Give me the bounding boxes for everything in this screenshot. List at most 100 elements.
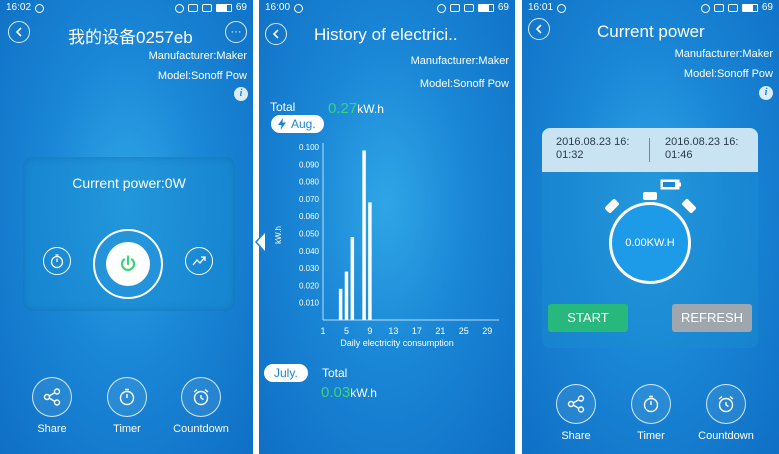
back-button[interactable] — [8, 21, 30, 43]
info-icon[interactable]: i — [234, 87, 248, 101]
prev-total-unit: kW.h — [350, 386, 377, 400]
x-tick-label: 21 — [435, 326, 445, 336]
stopwatch-button[interactable] — [43, 247, 71, 275]
current-power-screen: 16:01 69 Current power Manufacturer:Make… — [522, 0, 779, 454]
info-icon[interactable]: i — [759, 86, 773, 100]
more-options-button[interactable]: ··· — [225, 21, 247, 43]
back-button[interactable] — [528, 18, 550, 40]
model-label: Model:Sonoff Pow — [419, 78, 509, 90]
message-icon — [35, 3, 45, 13]
countdown-button[interactable]: Countdown — [171, 377, 231, 435]
x-tick-label: 1 — [320, 326, 325, 336]
battery-icon — [741, 4, 758, 12]
lightning-icon — [278, 118, 286, 130]
y-tick-label: 0.040 — [299, 247, 320, 256]
start-button[interactable]: START — [548, 304, 628, 332]
history-screen: 16:00 69 History of electrici.. Manufact… — [259, 0, 515, 454]
timer-button[interactable]: Timer — [97, 377, 157, 435]
share-button[interactable]: Share — [546, 384, 606, 442]
share-icon — [567, 395, 585, 413]
power-measure-card: 2016.08.23 16: 01:32 2016.08.23 16: 01:4… — [542, 128, 758, 348]
manufacturer-label: Manufacturer:Maker — [148, 50, 247, 62]
status-bar: 16:02 69 — [0, 0, 253, 16]
manufacturer-label: Manufacturer:Maker — [410, 55, 509, 67]
battery-level: 69 — [235, 2, 247, 13]
page-title: History of electrici.. — [314, 25, 458, 44]
energy-reading-dial: 0.00KW.H — [609, 202, 691, 284]
total-unit: kW.h — [357, 102, 384, 116]
wifi-icon — [713, 4, 724, 12]
stopwatch-left-button — [604, 198, 620, 214]
timer-label: Timer — [113, 423, 141, 435]
history-chart-button[interactable] — [185, 247, 213, 275]
time-range-panel: 2016.08.23 16: 01:32 2016.08.23 16: 01:4… — [542, 128, 758, 172]
trend-up-icon — [192, 256, 206, 266]
current-power-label: Current power:0W — [72, 175, 186, 191]
chevron-left-icon — [272, 29, 279, 39]
y-tick-label: 0.070 — [299, 195, 320, 204]
manufacturer-label: Manufacturer:Maker — [674, 48, 773, 60]
y-tick-label: 0.030 — [299, 264, 320, 273]
timer-icon — [643, 395, 659, 413]
x-tick-label: 17 — [412, 326, 422, 336]
alarm-icon — [436, 3, 446, 13]
month-selector-july[interactable]: July. — [264, 364, 308, 382]
status-bar: 16:01 69 — [522, 0, 779, 16]
bar — [362, 150, 366, 320]
model-label: Model:Sonoff Pow — [683, 68, 773, 80]
battery-small-icon — [660, 179, 681, 190]
alarm-clock-icon — [718, 395, 734, 413]
stopwatch-crown — [643, 192, 657, 200]
y-tick-label: 0.080 — [299, 178, 320, 187]
stopwatch-right-button — [681, 198, 697, 214]
signal-icon — [201, 4, 212, 12]
timer-label: Timer — [637, 430, 665, 442]
share-button[interactable]: Share — [22, 377, 82, 435]
timer-button[interactable]: Timer — [621, 384, 681, 442]
page-title: 我的设备0257eb — [68, 28, 193, 47]
share-label: Share — [561, 430, 591, 442]
chevron-left-icon — [535, 24, 542, 34]
start-time-clock: 01:32 — [556, 149, 584, 161]
countdown-label: Countdown — [698, 430, 754, 442]
y-axis-label: kW.h — [274, 226, 283, 244]
model-label: Model:Sonoff Pow — [157, 70, 247, 82]
alarm-icon — [700, 3, 710, 13]
month-selector-aug[interactable]: Aug. — [271, 115, 324, 133]
power-card: Current power:0W — [23, 157, 235, 311]
bar — [368, 202, 372, 320]
bar — [350, 236, 355, 320]
prev-total-value: 0.03kW.h — [321, 384, 377, 401]
x-tick-label: 9 — [367, 326, 372, 336]
chart-svg: 0.010 0.020 0.030 0.040 0.050 0.060 0.070 0.080… — [274, 143, 499, 348]
time-divider — [649, 138, 650, 162]
stopwatch-icon — [50, 254, 64, 269]
wifi-icon — [187, 4, 198, 12]
x-tick-label: 25 — [459, 326, 469, 336]
signal-icon — [727, 4, 738, 12]
battery-level: 69 — [497, 2, 509, 13]
y-tick-label: 0.010 — [299, 299, 320, 308]
refresh-button[interactable]: REFRESH — [672, 304, 752, 332]
power-toggle-button[interactable] — [93, 229, 163, 299]
y-tick-label: 0.090 — [299, 160, 320, 169]
prev-month-label: July. — [274, 366, 298, 380]
page-title: Current power — [597, 22, 705, 41]
total-value: 0.27kW.h — [328, 100, 384, 117]
share-label: Share — [37, 423, 67, 435]
countdown-button[interactable]: Countdown — [696, 384, 756, 442]
x-tick-label: 5 — [344, 326, 349, 336]
y-tick-label: 0.100 — [299, 143, 320, 152]
y-tick-label: 0.050 — [299, 230, 320, 239]
total-label: Total — [270, 100, 296, 114]
start-time: 2016.08.23 16: 01:32 — [556, 136, 648, 162]
wifi-icon — [449, 4, 460, 12]
bar — [344, 271, 349, 320]
back-button[interactable] — [265, 23, 287, 45]
scroll-indicator-arrow — [254, 231, 266, 253]
status-time: 16:01 — [528, 2, 554, 13]
chevron-left-icon — [15, 27, 22, 37]
prev-total-label: Total — [322, 366, 348, 380]
status-time: 16:00 — [265, 2, 291, 13]
more-dots-icon: ··· — [230, 26, 242, 38]
